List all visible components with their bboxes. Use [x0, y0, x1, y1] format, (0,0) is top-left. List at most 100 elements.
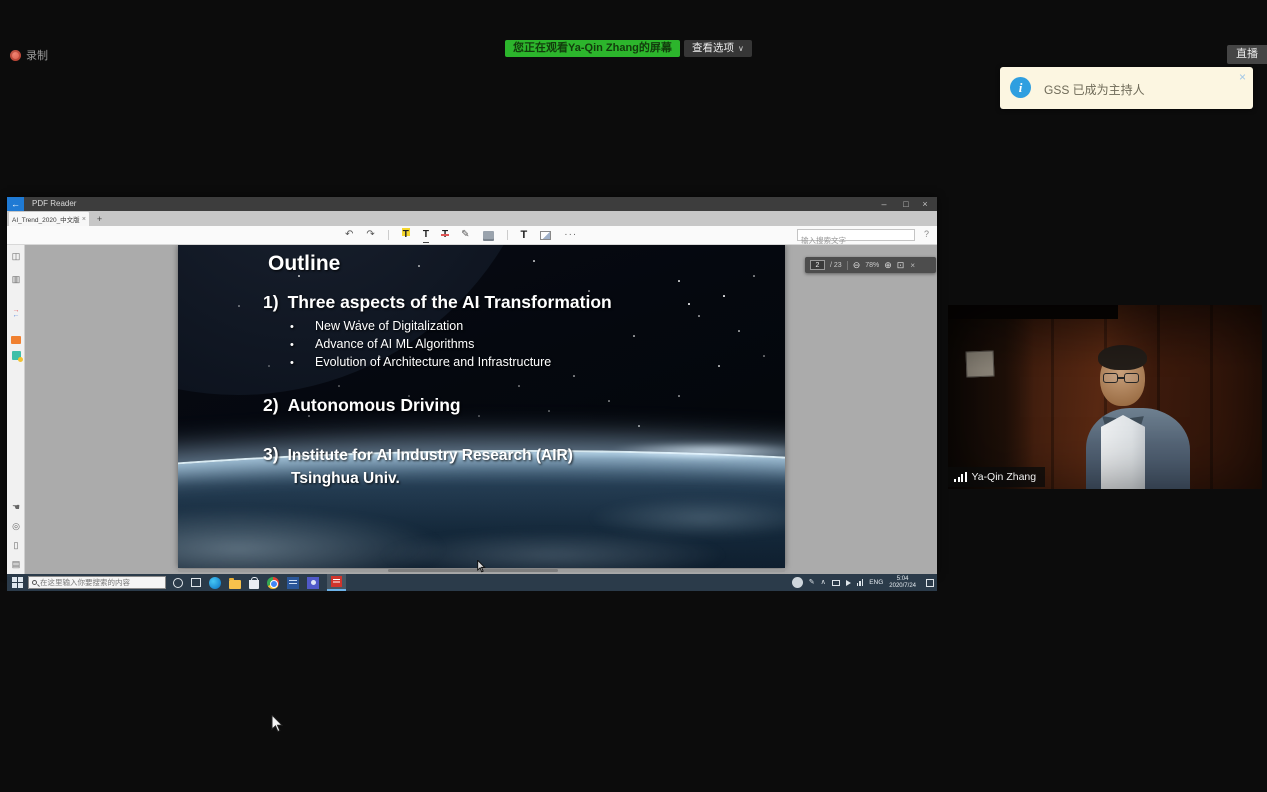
bullet-icon: • — [290, 321, 315, 333]
audio-level-icon — [954, 472, 967, 482]
taskbar-search-input[interactable] — [40, 578, 162, 587]
file-explorer-icon[interactable] — [229, 580, 241, 589]
document-tab-title: AI_Trend_2020_中文版.pdf — [12, 214, 80, 224]
document-search-input[interactable] — [798, 236, 914, 246]
pagebar-close-icon[interactable]: × — [910, 261, 915, 270]
view-options-label: 查看选项 — [692, 41, 734, 56]
pdf-left-sidebar: ◫ ▥ →← ☚ ◎ ▯ ▤ — [7, 245, 25, 574]
slide-subitem: •New Wave of Digitalization — [290, 319, 463, 333]
item-text: Institute for AI Industry Research (AIR) — [288, 447, 573, 464]
bullet-icon: • — [290, 357, 315, 369]
undo-icon[interactable]: ↶ — [345, 228, 353, 242]
strikethrough-tool-icon[interactable]: T — [442, 228, 448, 242]
host-notification-toast: i GSS 已成为主持人 × — [1000, 67, 1253, 109]
fit-page-icon[interactable]: ⊡ — [897, 257, 905, 273]
slide-item-1: 1)Three aspects of the AI Transformation — [263, 292, 612, 313]
slide-item-2: 2)Autonomous Driving — [263, 395, 461, 416]
document-search-box[interactable] — [797, 229, 915, 241]
more-tools-icon[interactable]: ··· — [564, 228, 577, 242]
recording-indicator[interactable]: 录制 — [10, 47, 48, 63]
info-icon: i — [1010, 77, 1031, 98]
office-app-icon[interactable] — [287, 577, 299, 589]
teams-icon[interactable] — [307, 577, 319, 589]
chevron-down-icon: ∨ — [738, 41, 744, 56]
document-tab-bar: AI_Trend_2020_中文版.pdf × + — [7, 211, 937, 226]
highlight-tool-icon[interactable]: T — [402, 228, 410, 242]
zoom-in-icon[interactable]: ⊕ — [884, 257, 892, 273]
image-tool-icon[interactable] — [540, 231, 551, 240]
secondary-cursor — [477, 560, 486, 573]
new-tab-button[interactable]: + — [93, 212, 106, 226]
edge-icon[interactable] — [209, 577, 221, 589]
toast-close-icon[interactable]: × — [1239, 70, 1246, 84]
subitem-text: Advance of AI ML Algorithms — [315, 337, 474, 351]
user-avatar-icon[interactable] — [792, 577, 803, 588]
text-tool-icon[interactable]: T — [521, 228, 528, 242]
pagebar-divider — [847, 261, 848, 270]
page-thumbnails-icon[interactable]: ◫ — [10, 250, 22, 262]
network-signal-icon[interactable] — [857, 579, 864, 586]
screen-share-banner: 您正在观看Ya-Qin Zhang的屏幕 — [505, 40, 680, 57]
store-icon[interactable] — [249, 580, 259, 589]
display-icon[interactable] — [832, 580, 840, 586]
hand-tool-icon[interactable]: ☚ — [10, 501, 22, 513]
print-orange-icon[interactable] — [10, 334, 22, 346]
language-indicator[interactable]: ENG — [869, 579, 883, 586]
mouse-cursor — [271, 715, 284, 733]
participant-video-tile[interactable]: Ya-Qin Zhang — [948, 305, 1262, 489]
meeting-screen: 录制 您正在观看Ya-Qin Zhang的屏幕 查看选项 ∨ 直播 i GSS … — [0, 0, 1267, 792]
annotation-toolbar: ↶ ↷ T T T ✎ T ··· ? — [7, 226, 937, 245]
page-navigation-bar: / 23 ⊖ 78% ⊕ ⊡ × — [805, 257, 936, 273]
windows-taskbar: ✎ ∧ ENG 5:04 2020/7/24 — [7, 574, 937, 591]
scrollbar-thumb[interactable] — [388, 569, 558, 572]
view-options-button[interactable]: 查看选项 ∨ — [684, 40, 752, 57]
cortana-icon[interactable] — [173, 578, 183, 588]
slide-title: Outline — [268, 252, 340, 276]
search-icon — [32, 580, 37, 585]
pdf-reader-window: ← PDF Reader – □ × AI_Trend_2020_中文版.pdf… — [7, 197, 937, 574]
printer-icon[interactable]: ▤ — [10, 558, 22, 570]
zoom-level-label: 78% — [865, 262, 879, 269]
close-button[interactable]: × — [916, 197, 934, 211]
book-view-icon[interactable]: ▥ — [10, 273, 22, 285]
start-button[interactable] — [12, 577, 23, 588]
task-view-icon[interactable] — [191, 578, 201, 587]
participant-name: Ya-Qin Zhang — [972, 471, 1037, 483]
toast-message: GSS 已成为主持人 — [1044, 81, 1145, 98]
pen-tool-icon[interactable]: ✎ — [461, 228, 469, 242]
taskbar-clock[interactable]: 5:04 2020/7/24 — [889, 576, 916, 590]
convert-icon[interactable]: →← — [10, 308, 22, 320]
stamp-tool-icon[interactable] — [483, 231, 494, 239]
action-center-icon[interactable] — [926, 579, 934, 587]
bookmark-icon[interactable]: ▯ — [10, 539, 22, 551]
redo-icon[interactable]: ↷ — [366, 228, 374, 242]
read-mode-icon[interactable]: ◎ — [10, 520, 22, 532]
live-badge: 直播 — [1227, 45, 1267, 64]
cloud-patch — [588, 497, 785, 539]
chrome-icon[interactable] — [267, 577, 279, 589]
minimize-button[interactable]: – — [875, 197, 893, 211]
recording-label: 录制 — [26, 47, 48, 63]
document-tab[interactable]: AI_Trend_2020_中文版.pdf × — [9, 212, 89, 226]
page-number-input[interactable] — [810, 260, 825, 270]
help-icon[interactable]: ? — [924, 229, 929, 239]
video-vignette — [948, 305, 1262, 489]
pen-icon[interactable]: ✎ — [809, 574, 815, 591]
maximize-button[interactable]: □ — [897, 197, 915, 211]
toolkit-icon[interactable] — [10, 350, 22, 362]
slide-item-3-line2: Tsinghua Univ. — [291, 470, 400, 488]
tab-close-icon[interactable]: × — [82, 216, 86, 223]
hidden-icons-chevron[interactable]: ∧ — [821, 574, 826, 591]
pdf-content-area: Outline 1)Three aspects of the AI Transf… — [26, 245, 937, 574]
volume-icon[interactable] — [846, 580, 851, 586]
subitem-text: Evolution of Architecture and Infrastruc… — [315, 355, 551, 369]
underline-tool-icon[interactable]: T — [423, 228, 429, 243]
zoom-out-icon[interactable]: ⊖ — [853, 257, 861, 273]
slide-subitem: •Evolution of Architecture and Infrastru… — [290, 355, 551, 369]
taskbar-search-box[interactable] — [28, 576, 166, 589]
pdf-reader-taskbar-button[interactable] — [327, 574, 346, 591]
bullet-icon: • — [290, 339, 315, 351]
back-icon[interactable]: ← — [7, 197, 24, 211]
clock-date: 2020/7/24 — [889, 583, 916, 589]
item-text: Three aspects of the AI Transformation — [288, 292, 612, 312]
